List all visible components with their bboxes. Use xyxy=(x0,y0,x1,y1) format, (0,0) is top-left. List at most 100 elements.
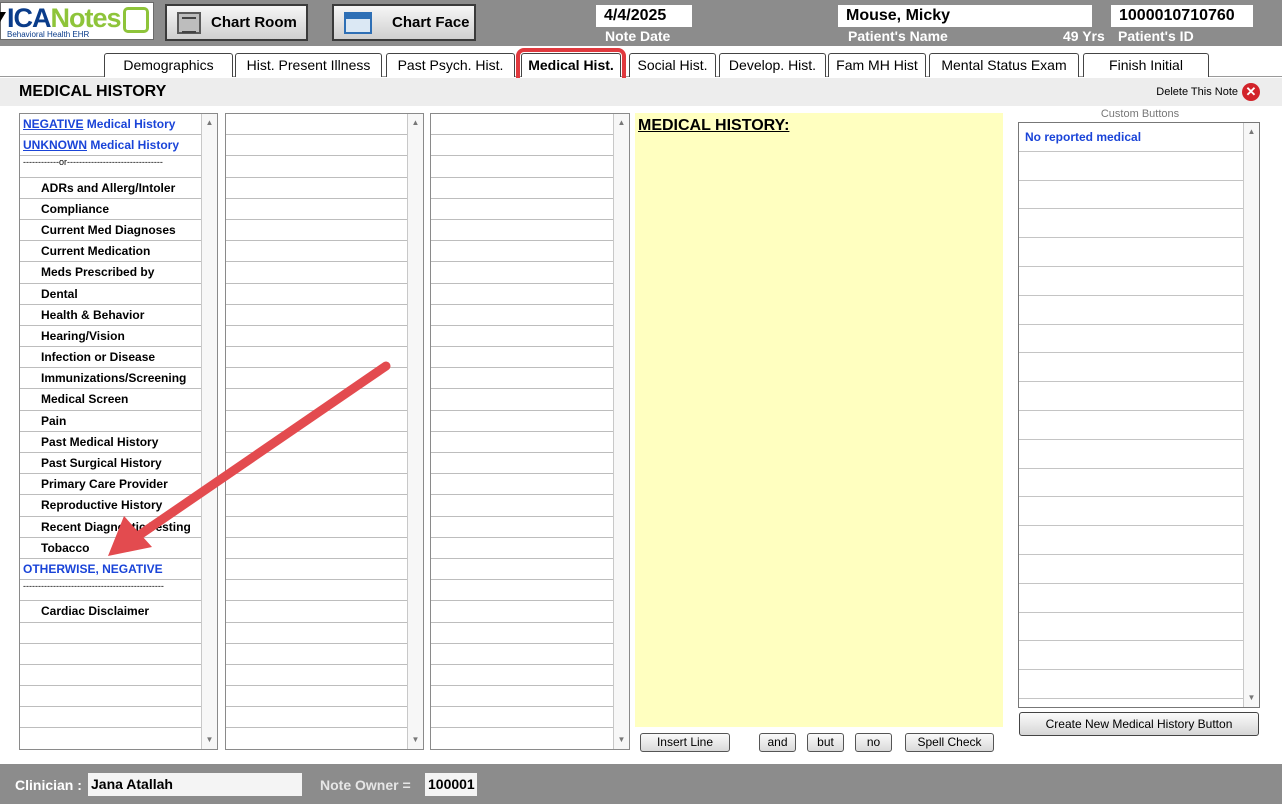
custom-button-slot[interactable] xyxy=(1019,584,1259,613)
list-item[interactable] xyxy=(226,326,423,348)
insert-line-button[interactable]: Insert Line xyxy=(640,733,730,752)
list-item[interactable] xyxy=(226,517,423,538)
list-item[interactable] xyxy=(226,135,423,157)
list-item[interactable] xyxy=(431,220,629,242)
custom-button-slot[interactable] xyxy=(1019,267,1259,296)
list-item[interactable] xyxy=(431,474,629,496)
spell-check-button[interactable]: Spell Check xyxy=(905,733,994,752)
list-item[interactable] xyxy=(431,707,629,729)
list-item[interactable] xyxy=(431,389,629,411)
patient-id-field[interactable]: 1000010710760 xyxy=(1111,5,1253,27)
create-new-medical-history-button[interactable]: Create New Medical History Button xyxy=(1019,712,1259,736)
topic-item-pain[interactable]: Pain xyxy=(20,411,217,432)
list-item[interactable] xyxy=(431,665,629,687)
tab-medical-hist[interactable]: Medical Hist. xyxy=(516,48,626,82)
clinician-field[interactable]: Jana Atallah xyxy=(88,773,302,796)
list-item[interactable] xyxy=(226,241,423,263)
custom-button-slot[interactable] xyxy=(1019,209,1259,239)
custom-button-slot[interactable] xyxy=(1019,440,1259,469)
list-item[interactable] xyxy=(431,686,629,708)
topic-item-immunizations-screening[interactable]: Immunizations/Screening xyxy=(20,368,217,390)
list-item[interactable] xyxy=(431,728,629,749)
unknown-medical-history-item[interactable]: UNKNOWN Medical History xyxy=(20,135,217,157)
list-item[interactable] xyxy=(226,601,423,623)
topic-item-reproductive-history[interactable]: Reproductive History xyxy=(20,495,217,517)
custom-button-slot[interactable] xyxy=(1019,296,1259,325)
custom-button-slot[interactable] xyxy=(1019,497,1259,527)
list-item[interactable] xyxy=(226,262,423,284)
topic-item-hearing-vision[interactable]: Hearing/Vision xyxy=(20,326,217,348)
list-item[interactable] xyxy=(226,644,423,665)
scroll-down-icon[interactable]: ▼ xyxy=(408,733,423,747)
list-item[interactable] xyxy=(226,580,423,602)
custom-button-slot[interactable] xyxy=(1019,641,1259,671)
custom-button-no-reported-medical[interactable]: No reported medical xyxy=(1019,123,1259,152)
list-item[interactable] xyxy=(431,644,629,665)
list-item[interactable] xyxy=(226,686,423,708)
delete-note-label[interactable]: Delete This Note xyxy=(1156,86,1238,98)
list-item[interactable] xyxy=(431,368,629,390)
topic-item-current-medication[interactable]: Current Medication xyxy=(20,241,217,263)
close-circle-icon[interactable]: ✕ xyxy=(1242,83,1260,101)
scroll-up-icon[interactable]: ▲ xyxy=(1244,125,1259,139)
list-item[interactable] xyxy=(431,453,629,475)
list-item[interactable] xyxy=(431,241,629,263)
custom-button-slot[interactable] xyxy=(1019,526,1259,555)
list-item[interactable] xyxy=(431,305,629,326)
topic-item-dental[interactable]: Dental xyxy=(20,284,217,305)
custom-button-slot[interactable] xyxy=(1019,181,1259,210)
tab-social-hist[interactable]: Social Hist. xyxy=(629,53,716,77)
medical-history-note-area[interactable]: MEDICAL HISTORY: xyxy=(635,113,1003,727)
topic-item-recent-diagnostic-testing[interactable]: Recent Diagnostic Testing xyxy=(20,517,217,538)
list-item[interactable] xyxy=(226,178,423,199)
list-item[interactable] xyxy=(431,601,629,623)
list-item[interactable] xyxy=(431,623,629,644)
custom-button-slot[interactable] xyxy=(1019,411,1259,440)
list-item[interactable] xyxy=(431,538,629,559)
tab-demographics[interactable]: Demographics xyxy=(104,53,233,77)
scroll-up-icon[interactable]: ▲ xyxy=(408,116,423,130)
list-item[interactable] xyxy=(431,178,629,199)
topic-list-scrollbar[interactable]: ▲ ▼ xyxy=(201,114,217,749)
list-item[interactable] xyxy=(431,284,629,305)
but-button[interactable]: but xyxy=(807,733,844,752)
chart-room-button[interactable]: Chart Room xyxy=(165,4,308,41)
tab-hist-present-illness[interactable]: Hist. Present Illness xyxy=(235,53,382,77)
note-date-field[interactable]: 4/4/2025 xyxy=(596,5,692,27)
list-item[interactable] xyxy=(226,368,423,390)
list-item[interactable] xyxy=(226,623,423,644)
topic-item-past-surgical-history[interactable]: Past Surgical History xyxy=(20,453,217,475)
list-item[interactable] xyxy=(226,495,423,517)
tab-fam-mh-hist[interactable]: Fam MH Hist xyxy=(828,53,926,77)
list-item[interactable] xyxy=(226,559,423,581)
list-item[interactable] xyxy=(226,347,423,369)
detail-list-2-scrollbar[interactable]: ▲ ▼ xyxy=(613,114,629,749)
list-item[interactable] xyxy=(431,432,629,453)
list-item[interactable] xyxy=(226,665,423,687)
otherwise-negative-item[interactable]: OTHERWISE, NEGATIVE xyxy=(20,559,217,581)
scroll-down-icon[interactable]: ▼ xyxy=(202,733,217,747)
custom-button-slot[interactable] xyxy=(1019,353,1259,383)
list-item[interactable] xyxy=(226,538,423,559)
list-item[interactable] xyxy=(226,432,423,453)
custom-button-slot[interactable] xyxy=(1019,152,1259,181)
topic-item-past-medical-history[interactable]: Past Medical History xyxy=(20,432,217,453)
custom-button-slot[interactable] xyxy=(1019,469,1259,498)
list-item[interactable] xyxy=(431,199,629,220)
topic-item-cardiac-disclaimer[interactable]: Cardiac Disclaimer xyxy=(20,601,217,623)
list-item[interactable] xyxy=(226,284,423,305)
topic-item-current-med-diagnoses[interactable]: Current Med Diagnoses xyxy=(20,220,217,242)
list-item[interactable] xyxy=(431,135,629,157)
list-item[interactable] xyxy=(226,305,423,326)
chart-face-button[interactable]: Chart Face xyxy=(332,4,476,41)
list-item[interactable] xyxy=(431,156,629,178)
list-item[interactable] xyxy=(431,262,629,284)
and-button[interactable]: and xyxy=(759,733,796,752)
custom-button-slot[interactable] xyxy=(1019,325,1259,354)
list-item[interactable] xyxy=(226,156,423,178)
list-item[interactable] xyxy=(431,559,629,581)
topic-item-health-behavior[interactable]: Health & Behavior xyxy=(20,305,217,326)
tab-mental-status-exam[interactable]: Mental Status Exam xyxy=(929,53,1079,77)
no-button[interactable]: no xyxy=(855,733,892,752)
topic-item-medical-screen[interactable]: Medical Screen xyxy=(20,389,217,411)
